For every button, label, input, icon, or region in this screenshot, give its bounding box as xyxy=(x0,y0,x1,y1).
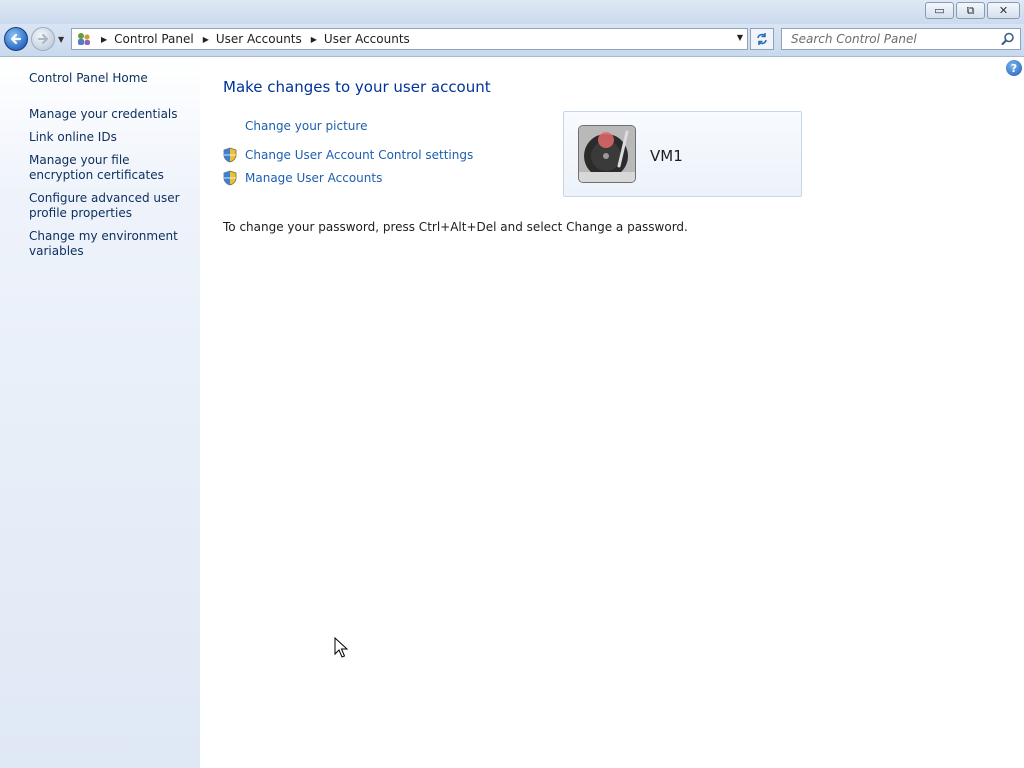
password-instructions: To change your password, press Ctrl+Alt+… xyxy=(223,220,688,234)
uac-settings-link[interactable]: Change User Account Control settings xyxy=(245,148,473,162)
uac-shield-icon xyxy=(223,170,237,186)
back-button[interactable] xyxy=(4,27,28,51)
sidebar-item-manage-credentials[interactable]: Manage your credentials xyxy=(29,107,194,122)
recent-pages-dropdown[interactable]: ▼ xyxy=(58,35,64,44)
search-icon[interactable] xyxy=(1001,32,1015,46)
maximize-button[interactable]: ⧉ xyxy=(956,2,985,19)
change-picture-link[interactable]: Change your picture xyxy=(245,119,367,133)
mouse-cursor-icon xyxy=(334,637,348,658)
minimize-button[interactable]: ▭ xyxy=(925,2,954,19)
control-panel-icon xyxy=(76,32,92,46)
breadcrumb-separator[interactable]: ▶ xyxy=(101,35,107,44)
main-content: ? Make changes to your user account Chan… xyxy=(200,57,1024,768)
page-title: Make changes to your user account xyxy=(223,78,491,96)
left-task-pane: Control Panel Home Manage your credentia… xyxy=(0,57,200,768)
breadcrumb-user-accounts-current[interactable]: User Accounts xyxy=(324,32,410,46)
forward-button[interactable] xyxy=(31,27,55,51)
breadcrumb-separator[interactable]: ▶ xyxy=(203,35,209,44)
back-arrow-icon xyxy=(10,33,22,45)
help-icon[interactable]: ? xyxy=(1006,60,1022,76)
search-box[interactable] xyxy=(781,28,1021,50)
sidebar-item-environment-variables[interactable]: Change my environment variables xyxy=(29,229,194,259)
breadcrumb-control-panel[interactable]: Control Panel xyxy=(114,32,194,46)
manage-user-accounts-link[interactable]: Manage User Accounts xyxy=(245,171,382,185)
sidebar-item-control-panel-home[interactable]: Control Panel Home xyxy=(29,71,194,86)
forward-arrow-icon xyxy=(38,34,48,44)
uac-shield-icon xyxy=(223,147,237,163)
address-history-dropdown[interactable]: ▼ xyxy=(737,33,743,42)
refresh-button[interactable] xyxy=(750,28,774,50)
refresh-icon xyxy=(757,33,767,45)
sidebar-item-link-online-ids[interactable]: Link online IDs xyxy=(29,130,194,145)
breadcrumb-user-accounts[interactable]: User Accounts xyxy=(216,32,302,46)
user-name: VM1 xyxy=(650,147,683,165)
sidebar-item-advanced-user-profile[interactable]: Configure advanced user profile properti… xyxy=(29,191,194,221)
window-controls: ▭ ⧉ ✕ xyxy=(925,2,1020,19)
turntable-picture-icon xyxy=(579,126,635,182)
search-input[interactable] xyxy=(789,31,1003,47)
navigation-bar: ▼ ▶ Control Panel ▶ User Accounts ▶ User… xyxy=(0,24,1024,57)
title-bar: ▭ ⧉ ✕ xyxy=(0,0,1024,24)
close-button[interactable]: ✕ xyxy=(987,2,1020,19)
avatar[interactable] xyxy=(578,125,636,183)
breadcrumb-separator[interactable]: ▶ xyxy=(311,35,317,44)
sidebar-item-file-encryption-certificates[interactable]: Manage your file encryption certificates xyxy=(29,153,194,183)
user-account-tile: VM1 xyxy=(563,111,802,197)
address-bar[interactable]: ▶ Control Panel ▶ User Accounts ▶ User A… xyxy=(71,28,748,50)
